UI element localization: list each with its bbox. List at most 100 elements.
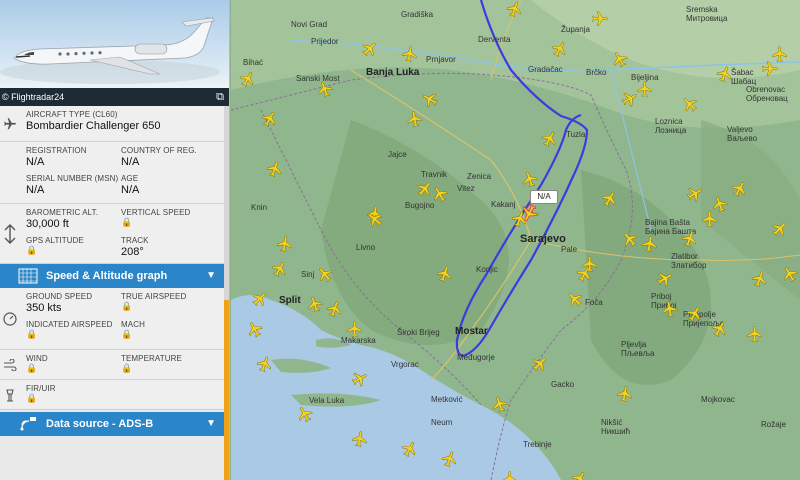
city-loznica[interactable]: Loznica Лозница [655,117,686,135]
aircraft-icon[interactable] [711,320,729,343]
city-jajce[interactable]: Jajce [388,150,407,159]
aircraft-icon[interactable] [306,295,324,318]
aircraft-icon[interactable] [276,235,294,258]
aircraft-icon[interactable] [406,110,424,133]
aircraft-icon[interactable] [681,230,699,253]
lock-icon[interactable]: 🔒 [26,393,56,404]
speed-altitude-graph-toggle[interactable]: Speed & Altitude graph ▼ [0,264,224,288]
aircraft-icon[interactable] [621,230,639,253]
lock-icon[interactable]: 🔒 [121,363,182,374]
city-gradiska[interactable]: Gradiška [401,10,433,19]
aircraft-icon[interactable] [686,185,704,208]
aircraft-icon[interactable] [361,40,379,63]
aircraft-icon[interactable] [441,450,459,473]
aircraft-icon[interactable] [239,70,257,93]
aircraft-icon[interactable] [531,355,549,378]
city-derventa[interactable]: Derventa [478,35,510,44]
aircraft-icon[interactable] [251,290,269,313]
aircraft-icon[interactable] [351,370,369,393]
city-pljevlja[interactable]: Pljevlja Пљевља [621,340,654,358]
aircraft-icon[interactable] [436,265,454,288]
city-tuzla[interactable]: Tuzla [566,130,585,139]
city-zenica[interactable]: Zenica [467,172,491,181]
city-split[interactable]: Split [279,295,301,306]
aircraft-icon[interactable] [521,170,539,193]
city-obrenovac[interactable]: Obrenovac Обреновац [746,85,788,103]
aircraft-icon[interactable] [571,470,589,480]
city-vitez[interactable]: Vitez [457,184,475,193]
city-brcko[interactable]: Brčko [586,68,606,77]
aircraft-icon[interactable] [681,95,699,118]
external-link-icon[interactable]: ⧉ [216,88,224,106]
city-sremska[interactable]: Sremska Митровица [686,5,727,23]
city-niksic[interactable]: Nikšić Никшић [601,418,630,436]
aircraft-icon[interactable] [296,405,314,428]
aircraft-icon[interactable] [256,355,274,378]
city-vela-luka[interactable]: Vela Luka [309,396,344,405]
aircraft-icon[interactable] [351,430,369,453]
lock-icon[interactable]: 🔒 [26,245,84,256]
city-foca[interactable]: Foča [585,298,603,307]
aircraft-icon[interactable] [501,470,519,480]
aircraft-icon[interactable] [326,300,344,323]
aircraft-icon[interactable] [661,300,679,323]
aircraft-icon[interactable] [771,220,789,243]
city-medugorje[interactable]: Međugorje [457,353,495,362]
aircraft-icon[interactable] [316,80,334,103]
aircraft-icon[interactable] [771,45,789,68]
city-metkovic[interactable]: Metković [431,395,463,404]
city-sarajevo[interactable]: Sarajevo [520,233,566,245]
aircraft-icon[interactable] [591,10,609,33]
lock-icon[interactable]: 🔒 [121,217,190,228]
aircraft-icon[interactable] [686,305,704,328]
aircraft-icon[interactable] [551,40,569,63]
aircraft-icon[interactable] [316,265,334,288]
lock-icon[interactable]: 🔒 [121,301,186,312]
city-zupanja[interactable]: Županja [561,25,590,34]
lock-icon[interactable]: 🔒 [26,363,48,374]
city-konjic[interactable]: Konjic [476,265,498,274]
city-rozaje[interactable]: Rožaje [761,420,786,429]
details-scroll[interactable]: AIRCRAFT TYPE (CL60) Bombardier Challeng… [0,106,224,480]
aircraft-icon[interactable] [491,395,509,418]
aircraft-icon[interactable] [581,255,599,278]
city-gradacac[interactable]: Gradačac [528,65,563,74]
city-novi-grad[interactable]: Novi Grad [291,20,327,29]
city-mojkovac[interactable]: Mojkovac [701,395,735,404]
aircraft-icon[interactable] [401,45,419,68]
aircraft-icon[interactable] [366,210,384,233]
city-kakanj[interactable]: Kakanj [491,200,515,209]
lock-icon[interactable]: 🔒 [121,329,145,340]
scrollbar-thumb[interactable] [224,300,229,480]
city-livno[interactable]: Livno [356,243,375,252]
aircraft-icon[interactable] [616,385,634,408]
aircraft-icon[interactable] [346,320,364,343]
aircraft-photo[interactable] [0,0,229,88]
data-source-toggle[interactable]: Data source - ADS-B ▼ [0,412,224,436]
city-pale[interactable]: Pale [561,245,577,254]
flight-map[interactable]: Sarajevo Banja Luka Mostar Split Zenica … [231,0,800,480]
city-bihac[interactable]: Bihać [243,58,263,67]
city-prnjavor[interactable]: Prnjavor [426,55,456,64]
aircraft-icon[interactable] [401,440,419,463]
aircraft-icon[interactable] [731,180,749,203]
selected-aircraft-icon[interactable] [519,203,539,228]
aircraft-icon[interactable] [746,325,764,348]
city-trebinje[interactable]: Trebinje [523,440,552,449]
aircraft-icon[interactable] [431,185,449,208]
city-banja-luka[interactable]: Banja Luka [366,67,419,78]
city-gacko[interactable]: Gacko [551,380,574,389]
city-prijedor[interactable]: Prijedor [311,37,339,46]
city-neum[interactable]: Neum [431,418,452,427]
aircraft-icon[interactable] [711,195,729,218]
aircraft-icon[interactable] [611,50,629,73]
aircraft-icon[interactable] [246,320,264,343]
city-knin[interactable]: Knin [251,203,267,212]
aircraft-icon[interactable] [641,235,659,258]
aircraft-icon[interactable] [636,80,654,103]
aircraft-icon[interactable] [716,65,734,88]
city-valjevo[interactable]: Valjevo Ваљево [727,125,757,143]
aircraft-icon[interactable] [261,110,279,133]
aircraft-icon[interactable] [266,160,284,183]
city-zlatibor[interactable]: Zlatibor Златибор [671,252,706,270]
